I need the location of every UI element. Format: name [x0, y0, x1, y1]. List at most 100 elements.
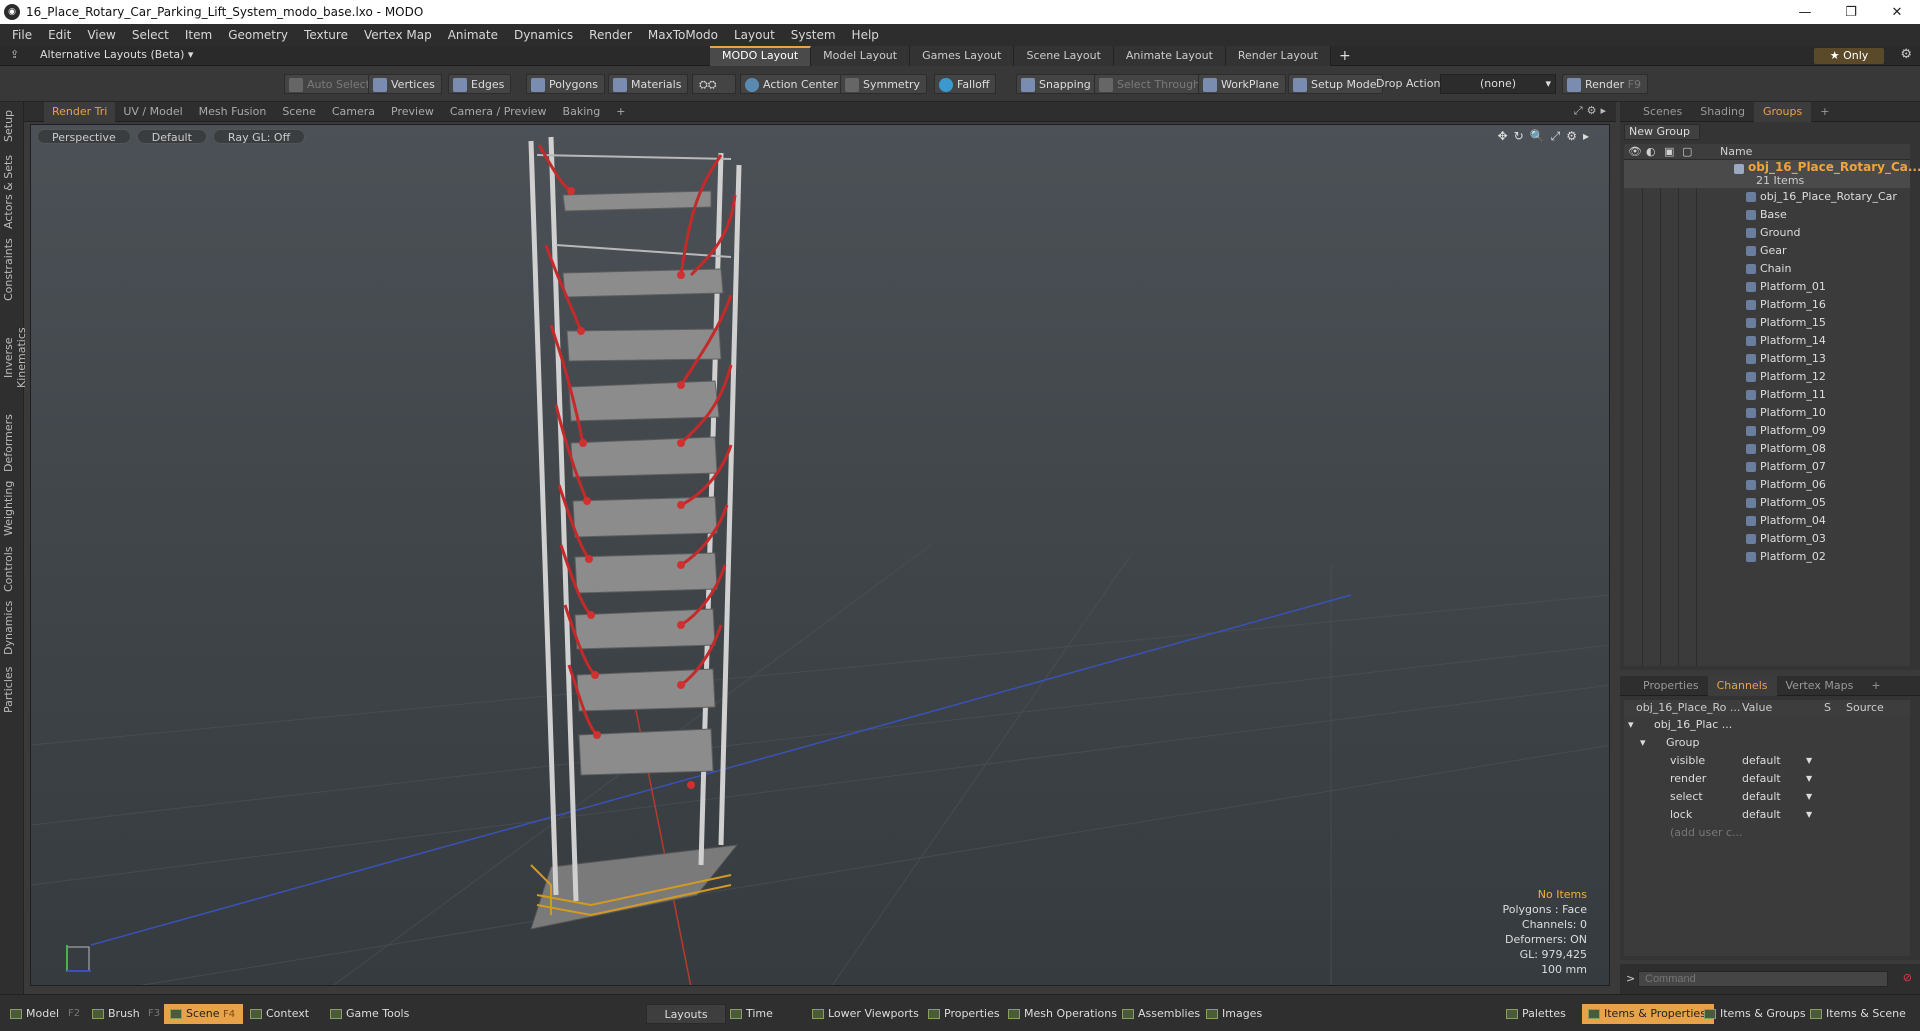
tab-render-tri[interactable]: Render Tri: [44, 101, 116, 122]
3d-viewport[interactable]: Perspective Default Ray GL: Off ✥↻🔍⤢⚙▸ N…: [30, 124, 1610, 986]
side-tab-setup[interactable]: Setup: [2, 108, 22, 144]
action-center-button[interactable]: Action Center: [740, 74, 845, 94]
side-tab-constraints[interactable]: Constraints: [2, 238, 22, 302]
channel-value[interactable]: default: [1742, 770, 1781, 788]
group-root-row[interactable]: obj_16_Place_Rotary_Ca... 21 Items: [1624, 160, 1920, 188]
workplane-button[interactable]: WorkPlane: [1198, 74, 1287, 94]
context-button[interactable]: Context: [244, 1004, 317, 1024]
menu-file[interactable]: File: [4, 28, 40, 42]
list-item[interactable]: Platform_05: [1624, 494, 1910, 512]
setup-mode-button[interactable]: Setup Mode: [1288, 74, 1384, 94]
gear-icon[interactable]: ⚙: [1900, 47, 1912, 62]
palettes-button[interactable]: Palettes: [1500, 1004, 1574, 1024]
menu-render[interactable]: Render: [581, 28, 640, 42]
menu-vertex-map[interactable]: Vertex Map: [356, 28, 440, 42]
list-item[interactable]: Platform_04: [1624, 512, 1910, 530]
tab-channels[interactable]: Channels: [1707, 675, 1777, 696]
model-button[interactable]: Model: [4, 1004, 67, 1024]
mesh-operations-button[interactable]: Mesh Operations: [1002, 1004, 1125, 1024]
chevron-down-icon[interactable]: ▼: [1806, 788, 1812, 806]
chevron-down-icon[interactable]: ▼: [1806, 752, 1812, 770]
side-tab-weighting[interactable]: Weighting: [2, 478, 22, 538]
tab-properties[interactable]: Properties: [1634, 676, 1708, 696]
list-item[interactable]: Gear: [1624, 242, 1910, 260]
channel-row[interactable]: render default ▼: [1624, 770, 1910, 788]
tab-scene-layout[interactable]: Scene Layout: [1014, 46, 1114, 66]
list-item[interactable]: Base: [1624, 206, 1910, 224]
tab-baking[interactable]: Baking: [555, 102, 609, 122]
channel-value[interactable]: default: [1742, 788, 1781, 806]
falloff-button[interactable]: Falloff: [934, 74, 997, 94]
add-viewport-tab-button[interactable]: +: [608, 102, 633, 122]
materials-button[interactable]: Materials: [608, 74, 689, 94]
menu-layout[interactable]: Layout: [726, 28, 783, 42]
snapping-button[interactable]: Snapping: [1016, 74, 1098, 94]
side-tab-controls[interactable]: Controls: [2, 544, 22, 594]
list-item[interactable]: Platform_09: [1624, 422, 1910, 440]
lock-icon[interactable]: ▣: [1664, 144, 1674, 160]
add-user-channel-row[interactable]: (add user c...: [1624, 824, 1910, 842]
items-groups-button[interactable]: Items & Groups: [1698, 1004, 1814, 1024]
menu-dynamics[interactable]: Dynamics: [506, 28, 581, 42]
list-item[interactable]: Chain: [1624, 260, 1910, 278]
time-button[interactable]: Time: [724, 1004, 781, 1024]
list-item[interactable]: Platform_10: [1624, 404, 1910, 422]
tab-shading[interactable]: Shading: [1691, 102, 1754, 122]
menu-select[interactable]: Select: [124, 28, 177, 42]
channel-value[interactable]: default: [1742, 752, 1781, 770]
render-button[interactable]: Render F9: [1562, 74, 1648, 94]
list-item[interactable]: Platform_12: [1624, 368, 1910, 386]
tab-vertex-maps[interactable]: Vertex Maps: [1777, 676, 1863, 696]
side-tab-inverse-kinematics[interactable]: Inverse Kinematics: [2, 308, 28, 408]
select-icon[interactable]: ▢: [1682, 144, 1692, 160]
restore-icon[interactable]: ❐: [1828, 0, 1874, 24]
minimize-icon[interactable]: —: [1782, 0, 1828, 24]
symmetry-button[interactable]: Symmetry: [840, 74, 928, 94]
brush-button[interactable]: Brush: [86, 1004, 148, 1024]
tab-groups[interactable]: Groups: [1753, 101, 1812, 122]
tab-animate-layout[interactable]: Animate Layout: [1113, 46, 1226, 66]
menu-geometry[interactable]: Geometry: [220, 28, 296, 42]
tab-preview[interactable]: Preview: [383, 102, 442, 122]
edges-button[interactable]: Edges: [448, 74, 512, 94]
chevron-down-icon[interactable]: ▼: [1806, 806, 1812, 824]
channel-value[interactable]: default: [1742, 806, 1781, 824]
menu-animate[interactable]: Animate: [440, 28, 506, 42]
only-toggle[interactable]: ★ Only: [1814, 48, 1884, 64]
menu-texture[interactable]: Texture: [296, 28, 356, 42]
tab-camera[interactable]: Camera: [324, 102, 383, 122]
tab-scene[interactable]: Scene: [274, 102, 324, 122]
viewport-nav-icons[interactable]: ✥↻🔍⤢⚙▸: [1498, 129, 1595, 144]
command-input[interactable]: [1638, 971, 1888, 987]
menu-item[interactable]: Item: [177, 28, 220, 42]
list-item[interactable]: obj_16_Place_Rotary_Car ...: [1624, 188, 1910, 221]
menu-system[interactable]: System: [783, 28, 844, 42]
list-item[interactable]: Platform_02: [1624, 548, 1910, 566]
select-through-button[interactable]: Select Through: [1094, 74, 1208, 94]
lower-viewports-button[interactable]: Lower Viewports: [806, 1004, 927, 1024]
chevron-down-icon[interactable]: ▼: [1806, 770, 1812, 788]
vertices-button[interactable]: Vertices: [368, 74, 442, 94]
list-item[interactable]: Ground: [1624, 224, 1910, 242]
tab-camera-preview[interactable]: Camera / Preview: [442, 102, 555, 122]
perspective-dropdown[interactable]: Perspective: [37, 129, 131, 144]
add-panel-tab-button[interactable]: +: [1811, 102, 1838, 122]
images-button[interactable]: Images: [1200, 1004, 1270, 1024]
game-tools-button[interactable]: Game Tools: [324, 1004, 417, 1024]
list-item[interactable]: Platform_16: [1624, 296, 1910, 314]
alternative-layouts-dropdown[interactable]: Alternative Layouts (Beta) ▾: [40, 48, 193, 61]
items-properties-button[interactable]: Items & Properties: [1582, 1004, 1714, 1024]
menu-edit[interactable]: Edit: [40, 28, 79, 42]
properties-button[interactable]: Properties: [922, 1004, 1008, 1024]
shading-dropdown[interactable]: Default: [136, 129, 207, 144]
new-group-button[interactable]: New Group: [1624, 124, 1700, 140]
list-item[interactable]: Platform_14: [1624, 332, 1910, 350]
channel-row[interactable]: select default ▼: [1624, 788, 1910, 806]
close-icon[interactable]: ✕: [1874, 0, 1920, 24]
raygl-toggle[interactable]: Ray GL: Off: [212, 129, 306, 144]
items-scene-button[interactable]: Items & Scene: [1804, 1004, 1914, 1024]
tab-modo-layout[interactable]: MODO Layout: [710, 46, 812, 66]
scene-button[interactable]: Scene F4: [164, 1004, 244, 1024]
tab-uv-model[interactable]: UV / Model: [115, 102, 190, 122]
side-tab-actors-sets[interactable]: Actors & Sets: [2, 152, 22, 232]
